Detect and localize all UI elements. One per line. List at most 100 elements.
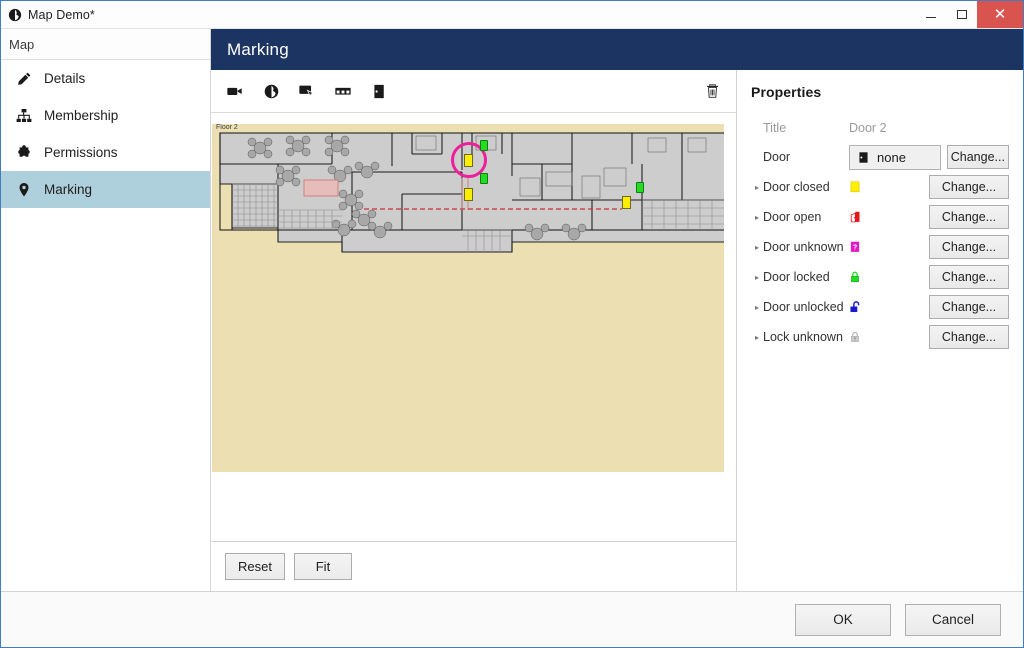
map-canvas[interactable]: Floor 2 [212,124,724,472]
properties-title: Properties [751,84,822,100]
status-marker[interactable] [636,182,644,193]
window-controls: ✕ [915,1,1023,28]
door-icon[interactable] [369,81,389,101]
door-label: Door [763,150,791,164]
door-icon [859,151,868,163]
sidebar-item-list: Details Membership Permissions Marking [1,60,210,208]
sidebar-item-label: Membership [44,107,119,123]
page-title: Marking [227,39,289,59]
door-marker[interactable] [622,196,631,209]
svg-text:?: ? [854,336,857,342]
sidebar-item-label: Details [44,70,86,86]
change-door-unknown-button[interactable]: Change... [929,235,1009,259]
map-canvas-wrapper: Floor 2 [211,113,736,541]
status-marker[interactable] [480,173,488,184]
title-bar: Map Demo* ✕ [1,1,1023,29]
title-label: Title [763,121,787,135]
expander-icon[interactable]: ▸ [751,273,763,282]
close-button[interactable]: ✕ [977,1,1023,28]
application-window: Map Demo* ✕ Map Details Membership Permi… [0,0,1024,648]
globe-map-icon [8,8,22,21]
sidebar-item-label: Permissions [44,144,118,160]
window-body: Map Details Membership Permissions Marki… [1,29,1023,591]
change-door-locked-button[interactable]: Change... [929,265,1009,289]
change-door-button[interactable]: Change... [946,145,1009,169]
expander-icon[interactable]: ▸ [751,303,763,312]
map-pane: Floor 2 Reset Fit [211,70,737,591]
door-select[interactable]: none [849,144,941,170]
camera-icon[interactable] [225,81,245,101]
floorplan-image: Floor 2 [212,124,724,259]
pencil-icon [15,70,32,87]
close-icon: ✕ [993,6,1007,23]
globe-map-icon[interactable] [261,81,281,101]
maximize-button[interactable] [946,1,977,28]
door-unlocked-label: Door unlocked [763,300,844,314]
map-footer: Reset Fit [211,541,736,591]
title-value: Door 2 [849,121,887,135]
door-unknown-label: Door unknown [763,240,844,254]
maximize-icon [956,10,967,19]
change-lock-unknown-button[interactable]: Change... [929,325,1009,349]
door-open-icon [849,210,869,224]
door-unknown-icon: ? [849,240,869,254]
tool-group [225,81,389,101]
door-marker-selected[interactable] [464,154,473,167]
title-bar-left: Map Demo* [1,8,95,22]
property-row-title: Title Door 2 [751,114,1009,142]
keyboard-icon[interactable] [333,81,353,101]
lock-open-icon [849,300,869,314]
sidebar-item-details[interactable]: Details [1,60,210,97]
door-select-value: none [877,149,906,165]
property-row-door-closed: ▸ Door closed Change... [751,172,1009,202]
sidebar-item-membership[interactable]: Membership [1,97,210,134]
cancel-button[interactable]: Cancel [905,603,1001,636]
trash-icon[interactable] [702,81,722,101]
lock-closed-icon [849,270,869,284]
org-chart-icon [15,107,32,124]
change-door-closed-button[interactable]: Change... [929,175,1009,199]
sidebar-item-label: Marking [44,181,93,197]
door-closed-label: Door closed [763,180,830,194]
door-marker[interactable] [464,188,473,201]
sidebar: Map Details Membership Permissions Marki… [1,29,211,591]
ok-button[interactable]: OK [795,603,891,636]
property-row-door-open: ▸ Door open Change... [751,202,1009,232]
map-pin-icon [15,181,32,198]
expander-icon[interactable]: ▸ [751,243,763,252]
property-row-door: Door none Change... [751,142,1009,172]
door-closed-icon [849,180,869,194]
property-row-door-unknown: ▸ Door unknown ? Change... [751,232,1009,262]
svg-text:?: ? [853,243,858,252]
content-header: Marking [211,29,1023,70]
minimize-icon [925,17,936,18]
expander-icon[interactable]: ▸ [751,183,763,192]
dialog-footer: OK Cancel [1,591,1023,647]
lock-unknown-icon: ? [849,330,869,344]
pointer-screen-icon[interactable] [297,81,317,101]
reset-button[interactable]: Reset [225,553,285,580]
property-row-door-unlocked: ▸ Door unlocked Change... [751,292,1009,322]
map-toolbar [211,70,736,113]
change-door-open-button[interactable]: Change... [929,205,1009,229]
expander-icon[interactable]: ▸ [751,213,763,222]
change-door-unlocked-button[interactable]: Change... [929,295,1009,319]
property-row-door-locked: ▸ Door locked Change... [751,262,1009,292]
fit-button[interactable]: Fit [293,553,352,580]
expander-icon[interactable]: ▸ [751,333,763,342]
lock-unknown-label: Lock unknown [763,330,843,344]
content-main: Floor 2 Reset Fit Properties Title Door … [211,70,1023,591]
sidebar-item-marking[interactable]: Marking [1,171,210,208]
floor-label: Floor 2 [216,124,238,131]
property-row-lock-unknown: ▸ Lock unknown ? Change... [751,322,1009,352]
minimize-button[interactable] [915,1,946,28]
puzzle-piece-icon [15,144,32,161]
door-open-label: Door open [763,210,822,224]
sidebar-header: Map [1,29,210,60]
door-locked-label: Door locked [763,270,830,284]
properties-panel: Properties Title Door 2 Door none Change… [737,70,1023,591]
window-title: Map Demo* [28,7,95,22]
sidebar-item-permissions[interactable]: Permissions [1,134,210,171]
content-area: Marking Floor 2 Reset Fit Properties Tit… [211,29,1023,591]
status-marker[interactable] [480,140,488,151]
